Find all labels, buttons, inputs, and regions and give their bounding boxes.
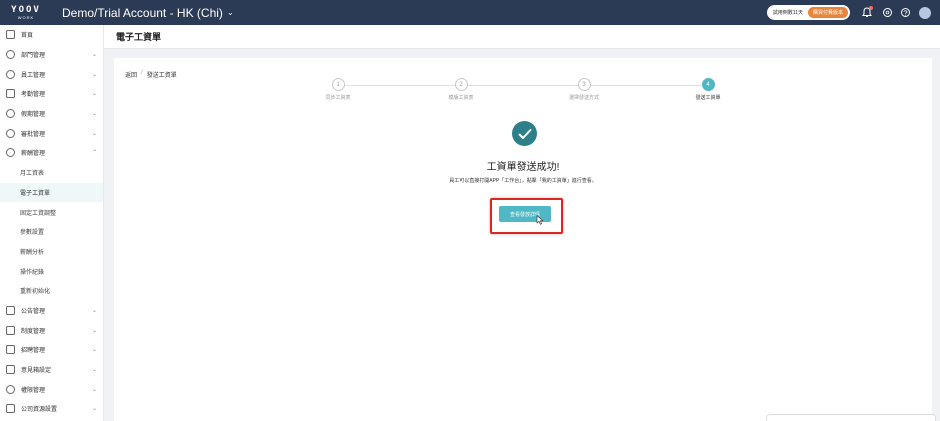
sidebar-subitem-logs[interactable]: 操作紀錄 xyxy=(0,261,103,281)
briefcase-icon xyxy=(6,345,15,355)
account-switcher[interactable]: Demo/Trial Account - HK (Chi) ⌄ xyxy=(62,6,234,20)
stepper: 1 同步工資表 2 模版工資表 3 選擇發送方式 4 發送工資單 xyxy=(274,78,774,108)
breadcrumb-current: 發送工資單 xyxy=(146,73,177,79)
top-bar: YOOV WORK Demo/Trial Account - HK (Chi) … xyxy=(0,0,940,25)
chevron-down-icon: ⌄ xyxy=(91,111,97,118)
success-title: 工資單發送成功! xyxy=(486,162,560,173)
sidebar-item-home[interactable]: 首頁 xyxy=(0,25,103,45)
sidebar-item-recruitment[interactable]: 招聘管理 ⌄ xyxy=(0,340,103,360)
chevron-down-icon: ⌄ xyxy=(91,406,97,413)
avatar[interactable] xyxy=(919,6,931,19)
calendar-icon xyxy=(6,89,15,99)
cursor-icon xyxy=(536,215,544,225)
logo[interactable]: YOOV WORK xyxy=(4,0,48,25)
sidebar-item-leave[interactable]: 假期管理 ⌄ xyxy=(0,104,103,124)
chevron-down-icon: ⌄ xyxy=(91,307,97,314)
chevron-down-icon: ⌄ xyxy=(91,52,97,59)
check-icon xyxy=(512,121,537,146)
highlight-box: 查看發放詳情 xyxy=(490,198,563,234)
floating-widget[interactable] xyxy=(766,414,936,421)
step-4: 4 發送工資單 xyxy=(668,78,748,101)
chevron-down-icon: ⌄ xyxy=(91,327,97,334)
sidebar-item-employees[interactable]: 員工管理 ⌄ xyxy=(0,64,103,84)
sidebar-subitem-salary-adjust[interactable]: 固定工資調整 xyxy=(0,202,103,222)
home-icon xyxy=(6,30,15,40)
sidebar-item-attendance[interactable]: 考勤管理 ⌄ xyxy=(0,84,103,104)
bell-icon[interactable] xyxy=(860,5,874,20)
main-content: 返回 / 發送工資單 1 同步工資表 2 模版工資表 3 選擇發送方式 4 發送… xyxy=(114,58,932,421)
breadcrumb: 返回 / 發送工資單 xyxy=(125,70,177,79)
building-icon xyxy=(6,404,15,414)
sidebar-item-company-resources[interactable]: 公司資源設置 ⌄ xyxy=(0,399,103,419)
shield-icon xyxy=(6,384,15,394)
trial-countdown: 試用倒數11天 xyxy=(772,10,803,16)
page-title: 電子工資單 xyxy=(104,25,940,49)
chevron-up-icon: ⌃ xyxy=(91,150,97,157)
sidebar-item-policies[interactable]: 制度管理 ⌄ xyxy=(0,320,103,340)
sidebar-subitem-monthly-payroll[interactable]: 月工資表 xyxy=(0,163,103,183)
sidebar: 首頁 部門管理 ⌄ 員工管理 ⌄ 考勤管理 ⌄ 假期管理 ⌄ 審批管理 ⌄ 薪酬… xyxy=(0,25,104,421)
sidebar-item-suggestion-box[interactable]: 意見箱設定 ⌄ xyxy=(0,360,103,380)
buy-button[interactable]: 購買付費版本 xyxy=(807,7,848,18)
notification-dot xyxy=(869,5,873,10)
sidebar-item-departments[interactable]: 部門管理 ⌄ xyxy=(0,45,103,65)
trial-badge: 試用倒數11天 購買付費版本 xyxy=(766,5,850,20)
sidebar-item-announcements[interactable]: 公告管理 ⌄ xyxy=(0,301,103,321)
chevron-down-icon: ⌄ xyxy=(91,386,97,393)
approval-icon xyxy=(6,128,15,138)
sidebar-item-approvals[interactable]: 審批管理 ⌄ xyxy=(0,123,103,143)
sidebar-item-permissions[interactable]: 權限管理 ⌄ xyxy=(0,379,103,399)
chevron-down-icon: ⌄ xyxy=(226,8,234,17)
account-name: Demo/Trial Account - HK (Chi) xyxy=(62,5,223,20)
dollar-icon xyxy=(6,148,15,158)
mailbox-icon xyxy=(6,365,15,375)
notice-icon[interactable] xyxy=(883,8,892,17)
sidebar-item-payroll[interactable]: 薪酬管理 ⌃ xyxy=(0,143,103,163)
sidebar-subitem-reinit[interactable]: 重新初始化 xyxy=(0,281,103,301)
chevron-down-icon: ⌄ xyxy=(91,347,97,354)
chevron-down-icon: ⌄ xyxy=(91,367,97,374)
breadcrumb-separator: / xyxy=(141,70,143,76)
step-1: 1 同步工資表 xyxy=(298,78,378,101)
step-2: 2 模版工資表 xyxy=(421,78,501,101)
chevron-down-icon: ⌄ xyxy=(91,130,97,137)
people-icon xyxy=(6,69,15,79)
chevron-down-icon: ⌄ xyxy=(91,71,97,78)
megaphone-icon xyxy=(6,305,15,315)
back-link[interactable]: 返回 xyxy=(125,70,137,79)
stepper-line xyxy=(341,85,701,86)
step-3: 3 選擇發送方式 xyxy=(544,78,624,101)
org-icon xyxy=(6,50,15,60)
sidebar-subitem-parameters[interactable]: 參數設置 xyxy=(0,222,103,242)
success-description: 員工可以直接打開APP「工作台」，點擊「我的工資單」進行查看。 xyxy=(449,178,597,184)
sidebar-subitem-analysis[interactable]: 薪酬分析 xyxy=(0,242,103,262)
chevron-down-icon: ⌄ xyxy=(91,91,97,98)
sidebar-subitem-epayslip[interactable]: 電子工資單 xyxy=(0,182,103,203)
book-icon xyxy=(6,325,15,335)
help-icon[interactable] xyxy=(901,8,910,17)
leave-icon xyxy=(6,109,15,119)
